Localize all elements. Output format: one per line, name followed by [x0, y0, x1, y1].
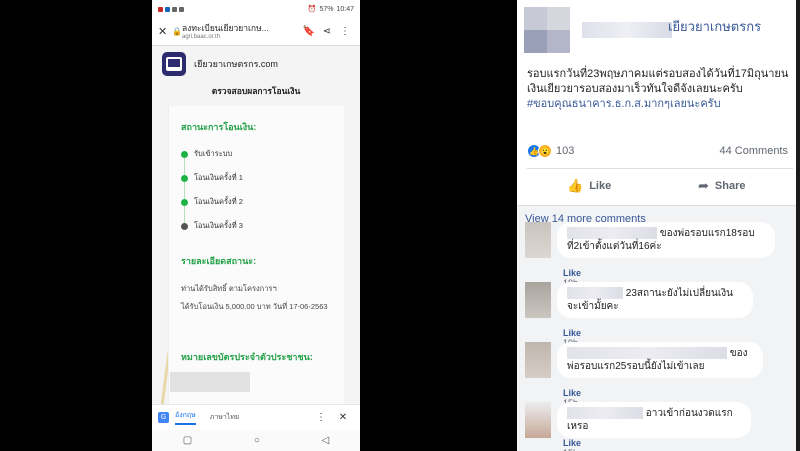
comment-meta: Like 15h — [563, 438, 589, 451]
detail-line: ท่านได้รับสิทธิ์ ตามโครงการฯ — [181, 284, 277, 293]
post-header — [524, 7, 672, 53]
post-text: รอบแรกวันที่23พฤษภาคมแต่รอบสองได้วันที่1… — [527, 67, 795, 112]
step-label: รับเข้าระบบ — [194, 149, 233, 158]
comments-count[interactable]: 44 Comments — [720, 145, 788, 157]
reactions-count: 103 — [556, 145, 575, 157]
post-body: รอบแรกวันที่23พฤษภาคมแต่รอบสองได้วันที่1… — [527, 68, 789, 95]
battery-level: 57% — [319, 5, 334, 13]
page-name-link[interactable]: เยียวยาเกษตรกร — [668, 16, 761, 37]
blurred-avatar[interactable] — [524, 7, 570, 53]
app-notification-icon — [165, 6, 170, 12]
detail-title: รายละเอียดสถานะ: — [181, 256, 257, 266]
page-heading: ตรวจสอบผลการโอนเงิน — [211, 86, 301, 96]
comment-bubble: 23สถานะยังไม่เปลี่ยนเงินจะเข้ามั้ยคะ — [557, 282, 753, 318]
blurred-author-name — [582, 22, 672, 38]
tab-thai[interactable]: ภาษาไทย — [210, 412, 239, 423]
share-icon[interactable]: ⋖ — [318, 26, 336, 37]
wow-reaction-icon: 😮 — [538, 144, 552, 158]
home-icon[interactable]: ○ — [254, 435, 260, 446]
clock: 10:47 — [336, 5, 354, 13]
step-done-dot — [181, 150, 188, 158]
like-label: Like — [589, 180, 612, 192]
step-done-dot — [181, 174, 188, 182]
status-step: รับเข้าระบบ — [181, 148, 232, 160]
page-title: ลงทะเบียนเยียวยาเกษ... — [182, 22, 269, 33]
thumbs-up-icon: 👍 — [567, 178, 584, 193]
notification-icons — [158, 6, 184, 12]
bookmark-icon[interactable]: 🔖 — [300, 26, 318, 37]
browser-url-bar: ✕ 🔒 ลงทะเบียนเยียวยาเกษ... agri.baac.or.… — [152, 18, 360, 46]
facebook-post: เยียวยาเกษตรกร รอบแรกวันที่23พฤษภาคมแต่ร… — [517, 0, 800, 451]
blurred-commenter-avatar[interactable] — [525, 282, 551, 318]
tab-english[interactable]: อังกฤษ — [175, 410, 196, 425]
step-done-dot — [181, 198, 188, 206]
like-button[interactable]: 👍 Like — [567, 178, 611, 194]
timeline-line — [184, 156, 185, 228]
translate-bar: G อังกฤษ ภาษาไทย ⋮ ✕ — [152, 404, 360, 430]
close-icon[interactable]: ✕ — [158, 25, 172, 38]
status-bar: ⏰ 57% 10:47 — [152, 0, 360, 18]
more-menu-icon[interactable]: ⋮ — [336, 26, 354, 37]
phone-screenshot: ⏰ 57% 10:47 ✕ 🔒 ลงทะเบียนเยียวยาเกษ... a… — [152, 0, 360, 451]
url-text[interactable]: ลงทะเบียนเยียวยาเกษ... agri.baac.or.th — [182, 23, 300, 41]
blurred-commenter-name — [567, 287, 623, 300]
redacted-id-number — [170, 372, 250, 392]
comments-section: View 14 more comments ของพ่อรอบแรก18รอบท… — [517, 205, 800, 451]
app-notification-icon — [172, 6, 177, 12]
step-pending-dot — [181, 222, 188, 230]
step-label: โอนเงินครั้งที่ 1 — [194, 173, 243, 182]
android-nav-bar: ▢ ○ ◁ — [152, 430, 360, 451]
hashtag-link[interactable]: #ขอบคุณธนาคาร.ธ.ก.ส.มากๆเลยนะครับ — [527, 98, 721, 110]
recent-apps-icon[interactable]: ▢ — [183, 435, 192, 446]
back-icon[interactable]: ◁ — [321, 435, 329, 446]
blurred-commenter-name — [567, 407, 643, 420]
status-step: โอนเงินครั้งที่ 1 — [181, 172, 243, 184]
share-button[interactable]: ➦ Share — [698, 178, 745, 194]
alarm-icon: ⏰ — [307, 6, 317, 13]
google-translate-icon[interactable]: G — [158, 412, 169, 423]
comment-like-link[interactable]: Like — [563, 328, 581, 338]
comment-like-link[interactable]: Like — [563, 388, 581, 398]
id-card-title: หมายเลขบัตรประจำตัวประชาชน: — [181, 352, 313, 362]
status-step: โอนเงินครั้งที่ 3 — [181, 220, 243, 232]
detail-line: ได้รับโอนเงิน 5,000.00 บาท วันที่ 17-06-… — [181, 302, 328, 311]
blurred-commenter-avatar[interactable] — [525, 402, 551, 438]
reactions-summary[interactable]: 👍 😮 103 — [527, 144, 574, 158]
translate-close-icon[interactable]: ✕ — [332, 412, 354, 423]
blurred-commenter-avatar[interactable] — [525, 342, 551, 378]
web-page: เยียวยาเกษตรกร.com ตรวจสอบผลการโอนเงิน ส… — [152, 46, 360, 406]
divider — [527, 168, 793, 169]
app-notification-icon — [158, 6, 163, 12]
step-label: โอนเงินครั้งที่ 3 — [194, 221, 243, 230]
brand-name: เยียวยาเกษตรกร.com — [194, 59, 278, 69]
status-card: สถานะการโอนเงิน: รับเข้าระบบ โอนเงินครั้… — [168, 106, 344, 406]
comment-like-link[interactable]: Like — [563, 438, 581, 448]
blurred-commenter-name — [567, 227, 657, 240]
status-step: โอนเงินครั้งที่ 2 — [181, 196, 243, 208]
page-domain: agri.baac.or.th — [182, 33, 221, 40]
blurred-commenter-avatar[interactable] — [525, 222, 551, 258]
app-notification-icon — [179, 6, 184, 12]
comment-like-link[interactable]: Like — [563, 268, 581, 278]
transfer-status-title: สถานะการโอนเงิน: — [181, 122, 257, 132]
step-label: โอนเงินครั้งที่ 2 — [194, 197, 243, 206]
site-brand[interactable]: เยียวยาเกษตรกร.com — [162, 52, 278, 76]
share-arrow-icon: ➦ — [698, 178, 709, 193]
share-label: Share — [714, 180, 746, 192]
divider — [517, 205, 800, 206]
lock-icon: 🔒 — [172, 27, 182, 36]
comment-bubble: ของพ่อรอบแรก18รอบที่2เข้าตั้งแต่วันที่16… — [557, 222, 775, 258]
translate-menu-icon[interactable]: ⋮ — [310, 412, 332, 423]
baac-logo — [162, 52, 186, 76]
blurred-commenter-name — [567, 347, 727, 360]
comment-bubble: ของพ่อรอบแรก25รอบนี้ยังไม่เข้าเลย — [557, 342, 763, 378]
scrollbar[interactable] — [796, 0, 800, 451]
comment-bubble: อาวเข้าก่อนงวดแรกเหรอ — [557, 402, 751, 438]
